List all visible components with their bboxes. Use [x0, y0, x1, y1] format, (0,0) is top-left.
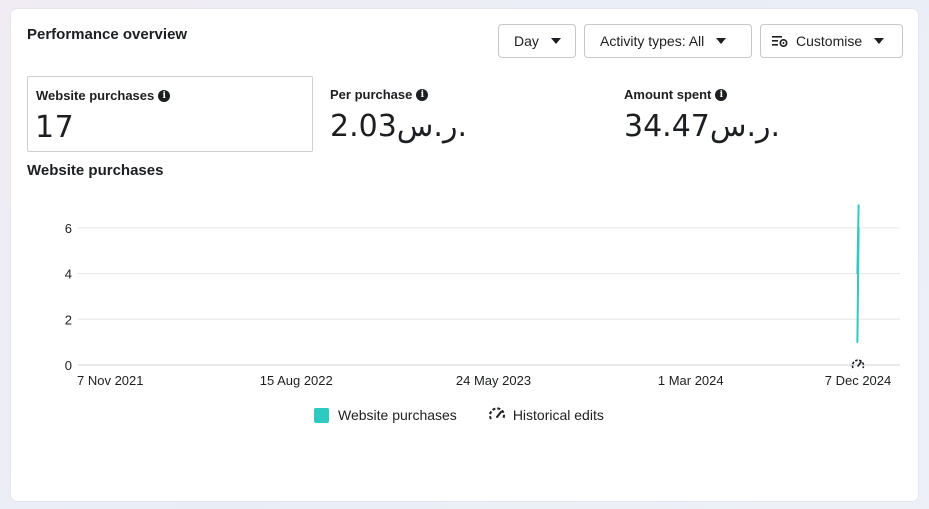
y-tick-label: 2 — [65, 312, 72, 327]
teal-square-icon — [314, 407, 329, 423]
data-point — [857, 204, 860, 206]
y-tick-label: 0 — [65, 358, 72, 373]
x-tick-label: 1 Mar 2024 — [658, 373, 724, 388]
legend-item-website-purchases[interactable]: Website purchases — [314, 407, 457, 423]
chart-legend: Website purchases Historical edits — [314, 407, 635, 423]
legend-label: Historical edits — [512, 407, 604, 423]
data-point — [856, 272, 859, 275]
performance-card: Performance overview Day Activity types:… — [11, 9, 918, 501]
x-tick-label: 15 Aug 2022 — [260, 373, 333, 388]
x-tick-label: 7 Dec 2024 — [825, 373, 892, 388]
x-tick-label: 7 Nov 2021 — [77, 373, 144, 388]
legend-label: Website purchases — [338, 407, 457, 423]
website-purchases-chart: 0 2 4 6 7 Nov 2021 15 Aug 2022 24 May 2023 1 Ma… — [65, 204, 900, 388]
x-tick-label: 24 May 2023 — [456, 373, 531, 388]
historical-edit-marker-icon[interactable] — [851, 359, 865, 369]
y-tick-label: 4 — [65, 267, 72, 282]
y-tick-label: 6 — [65, 221, 72, 236]
legend-item-historical-edits[interactable]: Historical edits — [488, 407, 604, 423]
data-point — [856, 341, 859, 343]
data-point — [857, 227, 860, 229]
historical-edits-icon — [488, 407, 505, 420]
